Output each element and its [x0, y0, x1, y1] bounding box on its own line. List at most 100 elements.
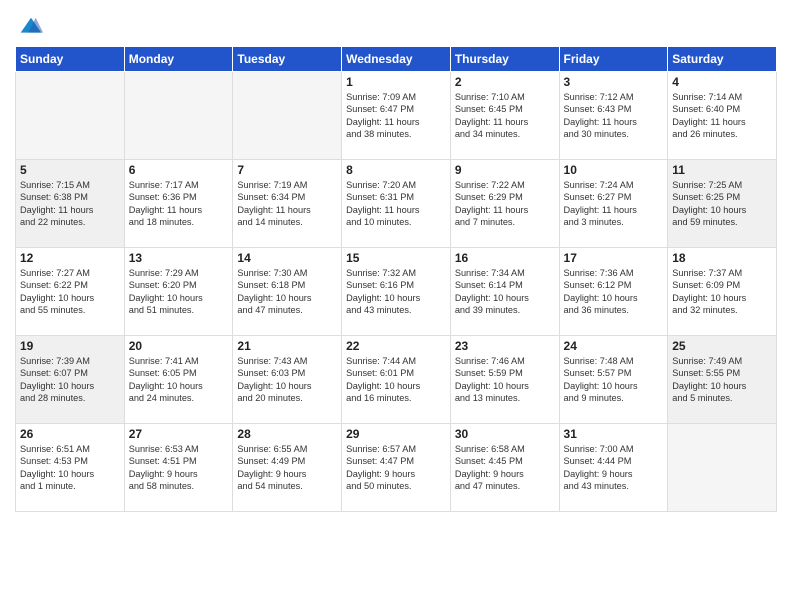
cell-info: Sunrise: 7:15 AM Sunset: 6:38 PM Dayligh… [20, 179, 120, 229]
day-header-monday: Monday [124, 47, 233, 72]
calendar-cell: 27Sunrise: 6:53 AM Sunset: 4:51 PM Dayli… [124, 424, 233, 512]
cell-info: Sunrise: 7:49 AM Sunset: 5:55 PM Dayligh… [672, 355, 772, 405]
day-number: 7 [237, 163, 337, 177]
day-number: 25 [672, 339, 772, 353]
cell-info: Sunrise: 7:10 AM Sunset: 6:45 PM Dayligh… [455, 91, 555, 141]
day-number: 21 [237, 339, 337, 353]
cell-info: Sunrise: 7:41 AM Sunset: 6:05 PM Dayligh… [129, 355, 229, 405]
calendar-body: 1 Sunrise: 7:09 AM Sunset: 6:47 PM Daylig… [16, 72, 777, 512]
cell-info: Sunrise: 7:43 AM Sunset: 6:03 PM Dayligh… [237, 355, 337, 405]
day-number: 14 [237, 251, 337, 265]
calendar-cell: 25 Sunrise: 7:49 AM Sunset: 5:55 PM Dayli… [668, 336, 777, 424]
calendar-cell [233, 72, 342, 160]
calendar-cell: 14Sunrise: 7:30 AM Sunset: 6:18 PM Dayli… [233, 248, 342, 336]
day-number: 2 [455, 75, 555, 89]
calendar-cell: 9 Sunrise: 7:22 AM Sunset: 6:29 PM Daylig… [450, 160, 559, 248]
cell-info: Sunrise: 7:29 AM Sunset: 6:20 PM Dayligh… [129, 267, 229, 317]
calendar-cell: 17 Sunrise: 7:36 AM Sunset: 6:12 PM Dayli… [559, 248, 668, 336]
day-number: 1 [346, 75, 446, 89]
cell-info: Sunrise: 7:00 AM Sunset: 4:44 PM Dayligh… [564, 443, 664, 493]
logo [15, 14, 45, 38]
day-number: 26 [20, 427, 120, 441]
calendar-cell [124, 72, 233, 160]
day-number: 20 [129, 339, 229, 353]
calendar-table: SundayMondayTuesdayWednesdayThursdayFrid… [15, 46, 777, 512]
calendar-cell: 21 Sunrise: 7:43 AM Sunset: 6:03 PM Dayli… [233, 336, 342, 424]
cell-info: Sunrise: 7:44 AM Sunset: 6:01 PM Dayligh… [346, 355, 446, 405]
day-number: 18 [672, 251, 772, 265]
cell-info: Sunrise: 7:36 AM Sunset: 6:12 PM Dayligh… [564, 267, 664, 317]
calendar-cell: 20 Sunrise: 7:41 AM Sunset: 6:05 PM Dayli… [124, 336, 233, 424]
cell-info: Sunrise: 6:57 AM Sunset: 4:47 PM Dayligh… [346, 443, 446, 493]
day-number: 11 [672, 163, 772, 177]
cell-info: Sunrise: 7:12 AM Sunset: 6:43 PM Dayligh… [564, 91, 664, 141]
day-number: 15 [346, 251, 446, 265]
calendar-cell: 4 Sunrise: 7:14 AM Sunset: 6:40 PM Daylig… [668, 72, 777, 160]
cell-info: Sunrise: 7:32 AM Sunset: 6:16 PM Dayligh… [346, 267, 446, 317]
cell-info: Sunrise: 6:51 AM Sunset: 4:53 PM Dayligh… [20, 443, 120, 493]
calendar-cell: 18Sunrise: 7:37 AM Sunset: 6:09 PM Dayli… [668, 248, 777, 336]
cell-info: Sunrise: 7:09 AM Sunset: 6:47 PM Dayligh… [346, 91, 446, 141]
day-number: 17 [564, 251, 664, 265]
day-number: 30 [455, 427, 555, 441]
cell-info: Sunrise: 6:53 AM Sunset: 4:51 PM Dayligh… [129, 443, 229, 493]
calendar-cell: 3 Sunrise: 7:12 AM Sunset: 6:43 PM Daylig… [559, 72, 668, 160]
calendar-cell: 24 Sunrise: 7:48 AM Sunset: 5:57 PM Dayli… [559, 336, 668, 424]
calendar-cell: 22 Sunrise: 7:44 AM Sunset: 6:01 PM Dayli… [342, 336, 451, 424]
calendar-cell: 29 Sunrise: 6:57 AM Sunset: 4:47 PM Dayli… [342, 424, 451, 512]
cell-info: Sunrise: 7:19 AM Sunset: 6:34 PM Dayligh… [237, 179, 337, 229]
calendar-cell: 2 Sunrise: 7:10 AM Sunset: 6:45 PM Daylig… [450, 72, 559, 160]
cell-info: Sunrise: 7:46 AM Sunset: 5:59 PM Dayligh… [455, 355, 555, 405]
week-row-2: 5 Sunrise: 7:15 AM Sunset: 6:38 PM Daylig… [16, 160, 777, 248]
day-number: 19 [20, 339, 120, 353]
cell-info: Sunrise: 7:14 AM Sunset: 6:40 PM Dayligh… [672, 91, 772, 141]
day-number: 9 [455, 163, 555, 177]
logo-icon [17, 14, 45, 42]
day-number: 31 [564, 427, 664, 441]
cell-info: Sunrise: 7:39 AM Sunset: 6:07 PM Dayligh… [20, 355, 120, 405]
day-number: 28 [237, 427, 337, 441]
day-number: 6 [129, 163, 229, 177]
cell-info: Sunrise: 7:20 AM Sunset: 6:31 PM Dayligh… [346, 179, 446, 229]
day-number: 22 [346, 339, 446, 353]
day-header-friday: Friday [559, 47, 668, 72]
calendar-cell: 10 Sunrise: 7:24 AM Sunset: 6:27 PM Dayli… [559, 160, 668, 248]
day-header-tuesday: Tuesday [233, 47, 342, 72]
cell-info: Sunrise: 7:25 AM Sunset: 6:25 PM Dayligh… [672, 179, 772, 229]
calendar-cell [668, 424, 777, 512]
calendar-cell [16, 72, 125, 160]
day-header-thursday: Thursday [450, 47, 559, 72]
calendar-cell: 28Sunrise: 6:55 AM Sunset: 4:49 PM Dayli… [233, 424, 342, 512]
cell-info: Sunrise: 7:22 AM Sunset: 6:29 PM Dayligh… [455, 179, 555, 229]
day-number: 4 [672, 75, 772, 89]
calendar-cell: 12Sunrise: 7:27 AM Sunset: 6:22 PM Dayli… [16, 248, 125, 336]
calendar-cell: 5 Sunrise: 7:15 AM Sunset: 6:38 PM Daylig… [16, 160, 125, 248]
day-header-sunday: Sunday [16, 47, 125, 72]
calendar-cell: 15 Sunrise: 7:32 AM Sunset: 6:16 PM Dayli… [342, 248, 451, 336]
day-number: 24 [564, 339, 664, 353]
page-header [15, 10, 777, 38]
week-row-3: 12Sunrise: 7:27 AM Sunset: 6:22 PM Dayli… [16, 248, 777, 336]
day-number: 29 [346, 427, 446, 441]
cell-info: Sunrise: 7:24 AM Sunset: 6:27 PM Dayligh… [564, 179, 664, 229]
day-header-wednesday: Wednesday [342, 47, 451, 72]
cell-info: Sunrise: 7:27 AM Sunset: 6:22 PM Dayligh… [20, 267, 120, 317]
days-header-row: SundayMondayTuesdayWednesdayThursdayFrid… [16, 47, 777, 72]
week-row-1: 1 Sunrise: 7:09 AM Sunset: 6:47 PM Daylig… [16, 72, 777, 160]
day-number: 5 [20, 163, 120, 177]
calendar-cell: 6 Sunrise: 7:17 AM Sunset: 6:36 PM Daylig… [124, 160, 233, 248]
calendar-cell: 26 Sunrise: 6:51 AM Sunset: 4:53 PM Dayli… [16, 424, 125, 512]
week-row-5: 26 Sunrise: 6:51 AM Sunset: 4:53 PM Dayli… [16, 424, 777, 512]
day-number: 13 [129, 251, 229, 265]
cell-info: Sunrise: 7:34 AM Sunset: 6:14 PM Dayligh… [455, 267, 555, 317]
calendar-cell: 1 Sunrise: 7:09 AM Sunset: 6:47 PM Daylig… [342, 72, 451, 160]
day-number: 8 [346, 163, 446, 177]
cell-info: Sunrise: 7:48 AM Sunset: 5:57 PM Dayligh… [564, 355, 664, 405]
cell-info: Sunrise: 6:58 AM Sunset: 4:45 PM Dayligh… [455, 443, 555, 493]
day-number: 10 [564, 163, 664, 177]
calendar-cell: 7 Sunrise: 7:19 AM Sunset: 6:34 PM Daylig… [233, 160, 342, 248]
day-number: 3 [564, 75, 664, 89]
calendar-cell: 11 Sunrise: 7:25 AM Sunset: 6:25 PM Dayli… [668, 160, 777, 248]
calendar-cell: 23Sunrise: 7:46 AM Sunset: 5:59 PM Dayli… [450, 336, 559, 424]
cell-info: Sunrise: 7:17 AM Sunset: 6:36 PM Dayligh… [129, 179, 229, 229]
